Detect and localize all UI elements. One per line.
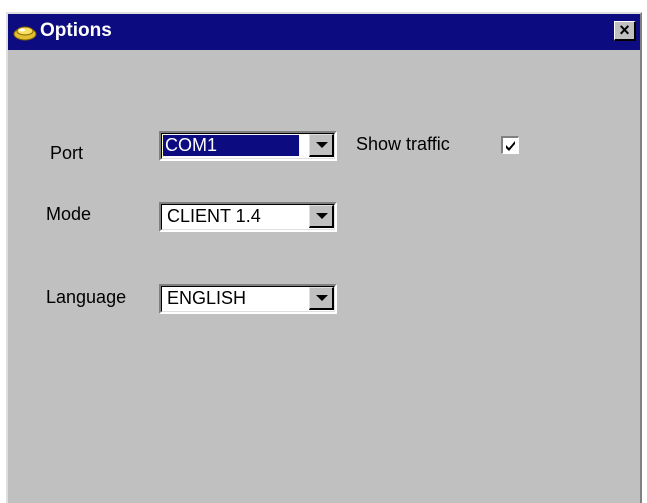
port-select[interactable]: COM1 [159, 131, 337, 161]
language-select[interactable]: ENGLISH [159, 284, 337, 314]
show-traffic-label: Show traffic [356, 134, 450, 154]
language-dropdown-button[interactable] [309, 287, 334, 310]
mode-label: Mode [46, 204, 92, 224]
checkmark-icon [506, 141, 515, 151]
chevron-down-icon [316, 295, 328, 301]
app-icon [13, 26, 37, 41]
port-dropdown-button[interactable] [309, 134, 334, 157]
mode-value: CLIENT 1.4 [167, 206, 261, 226]
options-dialog: Options × Port COM1 Show traffic Mode CL… [6, 12, 642, 503]
chevron-down-icon [316, 142, 328, 148]
language-label: Language [46, 287, 127, 307]
close-button[interactable]: × [614, 21, 636, 41]
chevron-down-icon [316, 213, 328, 219]
show-traffic-checkbox[interactable] [501, 136, 519, 154]
mode-dropdown-button[interactable] [309, 205, 334, 228]
mode-select[interactable]: CLIENT 1.4 [159, 202, 337, 232]
close-icon: × [619, 20, 630, 40]
port-value: COM1 [162, 134, 300, 157]
language-value: ENGLISH [167, 288, 247, 308]
window-title: Options [40, 20, 112, 41]
port-label: Port [50, 143, 84, 163]
title-bar[interactable]: Options × [8, 14, 640, 50]
